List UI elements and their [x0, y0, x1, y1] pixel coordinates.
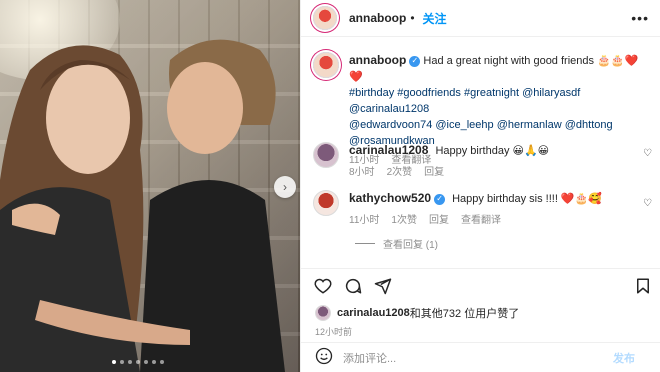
carousel-dot [152, 360, 156, 364]
caption-line-1: annaboop ✓ Had a great night with good fr… [349, 52, 639, 85]
add-comment-bar: 添加评论... 发布 [301, 342, 660, 372]
comment-text: Happy birthday 😀🙏😀 [435, 145, 550, 157]
comment-input[interactable]: 添加评论... [343, 350, 613, 366]
comment-text: Happy birthday sis !!!! ❤️🎂🥰 [452, 193, 603, 205]
carousel-dot [136, 360, 140, 364]
view-replies-label: 查看回复 (1) [383, 240, 438, 251]
author-username[interactable]: annaboop [349, 11, 406, 25]
emoji-icon[interactable] [315, 347, 333, 368]
like-comment-icon[interactable]: ♡ [643, 148, 652, 159]
post-comment-button[interactable]: 发布 [613, 350, 635, 366]
comment-likes[interactable]: 2次赞 [387, 165, 413, 181]
carousel-dots [112, 360, 164, 364]
like-icon[interactable] [313, 276, 333, 296]
likes-summary[interactable]: carinalau1208 和其他732 位用户赞了 [315, 305, 519, 321]
author-avatar[interactable] [313, 6, 337, 30]
carousel-dot [128, 360, 132, 364]
photo-illustration [0, 39, 285, 372]
comment-reply[interactable]: 回复 [429, 213, 449, 229]
post-time: 12小时前 [315, 327, 353, 337]
comment-icon[interactable] [343, 276, 363, 296]
comment-reply[interactable]: 回复 [424, 165, 444, 181]
liker-username[interactable]: carinalau1208 [337, 307, 410, 319]
share-icon[interactable] [373, 276, 393, 296]
separator-dot: • [410, 11, 415, 25]
view-replies-line [355, 243, 375, 244]
comment-avatar[interactable] [313, 142, 339, 168]
like-comment-icon[interactable]: ♡ [643, 198, 652, 209]
comment: kathychow520 ✓ Happy birthday sis !!!! ❤️… [313, 190, 639, 229]
carousel-dot [160, 360, 164, 364]
likes-text[interactable]: 和其他732 位用户赞了 [410, 305, 519, 321]
comment-see-translation[interactable]: 查看翻译 [461, 213, 501, 229]
next-photo-button[interactable]: › [274, 176, 296, 198]
more-options-icon[interactable]: ••• [631, 10, 649, 26]
post-side-panel: annaboop • 关注 ••• annaboop ✓ Had a great … [300, 0, 660, 372]
comment-avatar[interactable] [313, 190, 339, 216]
caption-avatar[interactable] [313, 52, 339, 78]
verified-icon: ✓ [409, 55, 421, 67]
comment-likes[interactable]: 1次赞 [391, 213, 417, 229]
follow-button[interactable]: 关注 [423, 10, 447, 27]
liker-avatar [315, 305, 331, 321]
carousel-dot [144, 360, 148, 364]
view-replies-button[interactable]: 查看回复 (1) [355, 236, 438, 251]
caption-tags-2[interactable]: @edwardvoon74 @ice_leehp @hermanlaw @dht… [349, 117, 639, 133]
comment: carinalau1208 Happy birthday 😀🙏😀 8小时 2次赞… [313, 142, 639, 181]
comment-meta: 8小时 2次赞 回复 [349, 165, 639, 181]
carousel-dot [120, 360, 124, 364]
comment-meta: 11小时 1次赞 回复 查看翻译 [349, 213, 639, 229]
verified-icon: ✓ [434, 193, 446, 205]
comment-username[interactable]: kathychow520 [349, 191, 431, 205]
caption-tags-1[interactable]: #birthday #goodfriends #greatnight @hila… [349, 85, 639, 117]
post-photo[interactable]: › [0, 0, 300, 372]
comment-time[interactable]: 11小时 [349, 213, 379, 229]
action-bar [301, 268, 660, 300]
post-header: annaboop • 关注 ••• [301, 0, 660, 37]
comment-time[interactable]: 8小时 [349, 165, 375, 181]
comment-username[interactable]: carinalau1208 [349, 143, 428, 157]
save-icon[interactable] [633, 276, 653, 296]
caption-username[interactable]: annaboop [349, 53, 406, 67]
carousel-dot [112, 360, 116, 364]
